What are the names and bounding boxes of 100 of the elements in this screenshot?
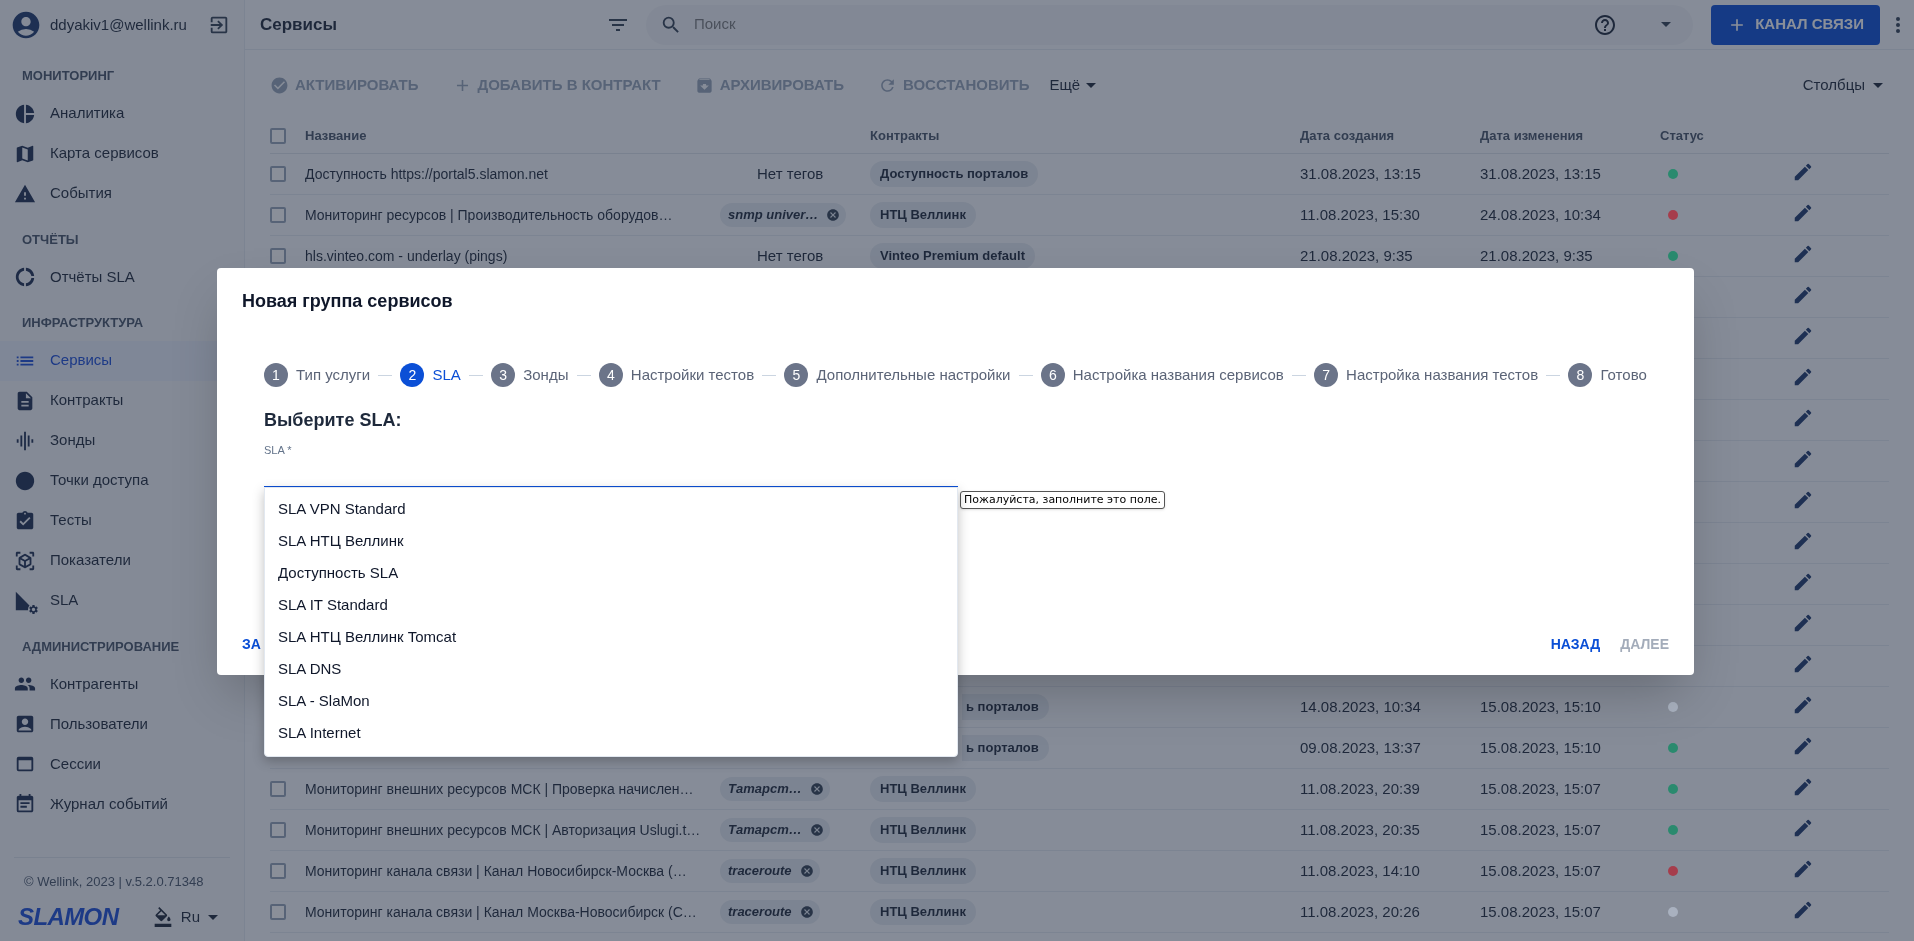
modified-date: 15.08.2023, 15:07 <box>1480 779 1601 797</box>
archive-icon <box>694 75 714 95</box>
created-date: 11.08.2023, 20:26 <box>1300 902 1420 920</box>
tag-chip[interactable]: traceroute <box>720 900 820 924</box>
dropdown-option[interactable]: SLA IT Standard <box>265 589 957 622</box>
dropdown-option[interactable]: SLA Internet <box>265 717 957 750</box>
nav-item[interactable]: Контрагенты <box>0 664 244 704</box>
service-name: Мониторинг ресурсов | Производительность оборудов… <box>305 206 673 223</box>
dropdown-option[interactable]: Доступность SLA <box>265 557 957 590</box>
modified-date: 31.08.2023, 13:15 <box>1480 164 1601 182</box>
step: 3 Зонды <box>491 363 569 387</box>
paint-bucket-icon <box>152 907 173 927</box>
nav-item[interactable]: Точки доступа <box>0 460 244 501</box>
user-card-icon <box>14 713 36 735</box>
nav-item[interactable]: Зонды <box>0 420 244 461</box>
column-header[interactable]: Дата изменения <box>1480 127 1584 143</box>
dropdown-option[interactable]: SLA VPN Standard <box>265 493 957 526</box>
service-name: hls.vinteo.com - underlay (pings) <box>305 247 508 264</box>
caret-icon <box>208 914 218 920</box>
dropdown-option[interactable]: SLA НТЦ Веллинк Tomcat <box>265 621 957 654</box>
close-button[interactable]: ЗА <box>242 634 261 655</box>
tags-text: Нет тегов <box>756 164 824 182</box>
checkbox[interactable] <box>270 904 286 920</box>
nav-item[interactable]: Журнал событий <box>0 784 244 824</box>
tag-chip[interactable]: Татарст… <box>720 818 830 842</box>
more-dropdown[interactable]: Ещё <box>1049 73 1097 97</box>
tag-chip[interactable]: traceroute <box>720 859 820 883</box>
remove-icon[interactable] <box>799 905 814 919</box>
calendar-icon <box>14 793 36 815</box>
tag-chip[interactable]: snmp univer… <box>720 203 847 227</box>
nav-item[interactable]: SLA <box>0 580 244 621</box>
step: 8 Готово <box>1568 363 1647 387</box>
checkbox[interactable] <box>270 863 286 879</box>
nav-item[interactable]: Контракты <box>0 380 244 421</box>
service-name: Мониторинг канала связи | Канал Москва-Новосибирск (С… <box>305 903 697 920</box>
step: 5 Дополнительные настройки <box>784 363 1011 387</box>
nav-item[interactable]: Отчёты SLA <box>0 257 244 297</box>
sound-wave-icon <box>14 429 36 452</box>
cube-icon <box>14 549 36 572</box>
tags-text: Нет тегов <box>756 246 824 264</box>
help-icon[interactable] <box>1593 12 1618 37</box>
checkbox[interactable] <box>270 781 286 797</box>
contract-chip: ь порталов <box>962 735 1049 761</box>
contract-chip: НТЦ Веллинк <box>870 817 976 843</box>
contract-chip: НТЦ Веллинк <box>870 858 976 884</box>
column-header[interactable]: Контракты <box>870 127 940 143</box>
section-title: ИНФРАСТРУКТУРА <box>21 314 145 332</box>
search-bar[interactable]: Поиск <box>646 4 1694 45</box>
tag-chip[interactable]: Татарст… <box>720 777 830 801</box>
created-date: 09.08.2023, 13:37 <box>1300 738 1421 756</box>
triangle-gear-icon <box>14 589 36 612</box>
page-title: Сервисы <box>260 13 338 36</box>
checkbox[interactable] <box>270 822 286 838</box>
contract-chip: НТЦ Веллинк <box>870 776 976 802</box>
dropdown-option[interactable]: SLA DNS <box>265 653 957 686</box>
modified-date: 15.08.2023, 15:07 <box>1480 902 1601 920</box>
created-date: 21.08.2023, 9:35 <box>1300 246 1413 264</box>
column-header[interactable]: Название <box>305 127 367 143</box>
nav-item[interactable]: Показатели <box>0 540 244 581</box>
remove-icon[interactable] <box>809 823 824 837</box>
nav-item[interactable]: Пользователи <box>0 704 244 744</box>
checkbox[interactable] <box>270 248 286 264</box>
service-name: Доступность https://portal5.slamon.net <box>305 165 548 182</box>
nav-item[interactable]: Карта сервисов <box>0 133 244 174</box>
back-button[interactable]: НАЗАД <box>1550 634 1601 655</box>
remove-icon[interactable] <box>809 782 824 796</box>
dropdown-option[interactable]: SLA - SlaMon <box>265 685 957 718</box>
column-header[interactable]: Дата создания <box>1300 127 1395 143</box>
nav-item[interactable]: Тесты <box>0 500 244 541</box>
service-name: Мониторинг канала связи | Канал Новосибирск-Москва (… <box>305 862 687 879</box>
logo: SLAMON <box>18 902 119 932</box>
add-channel-button[interactable]: КАНАЛ СВЯЗИ <box>1711 4 1880 45</box>
created-date: 14.08.2023, 10:34 <box>1300 697 1421 715</box>
step: 1 Тип услуги <box>264 363 371 387</box>
created-date: 11.08.2023, 14:10 <box>1300 861 1420 879</box>
checkbox[interactable] <box>270 127 286 144</box>
step: 2 SLA <box>400 363 461 387</box>
section-title: АДМИНИСТРИРОВАНИЕ <box>21 637 181 656</box>
section-title: МОНИТОРИНГ <box>21 67 116 85</box>
nav-item[interactable]: Сессии <box>0 744 244 784</box>
language-selector[interactable]: Ru <box>152 905 226 929</box>
search-input[interactable]: Поиск <box>694 13 1582 36</box>
circle-icon <box>14 469 36 492</box>
remove-icon[interactable] <box>826 208 841 222</box>
contract-chip: Vinteo Premium default <box>870 243 1035 269</box>
section-heading: Выберите SLA: <box>264 409 403 432</box>
section-title: ОТЧЁТЫ <box>21 230 80 249</box>
modified-date: 15.08.2023, 15:07 <box>1480 861 1601 879</box>
dialog-title: Новая группа сервисов <box>242 290 454 313</box>
columns-dropdown[interactable]: Столбцы <box>1802 73 1883 97</box>
dropdown-option[interactable]: SLA НТЦ Веллинк <box>265 525 957 558</box>
remove-icon[interactable] <box>799 864 814 878</box>
nav-item[interactable]: Аналитика <box>0 93 244 134</box>
checkbox[interactable] <box>270 166 286 182</box>
checkbox[interactable] <box>270 207 286 223</box>
validation-tooltip: Пожалуйста, заполните это поле. <box>960 490 1165 509</box>
contract-chip: НТЦ Веллинк <box>870 899 976 925</box>
created-date: 11.08.2023, 20:39 <box>1300 779 1420 797</box>
column-header[interactable]: Статус <box>1660 127 1704 143</box>
nav-item[interactable]: События <box>0 173 244 214</box>
